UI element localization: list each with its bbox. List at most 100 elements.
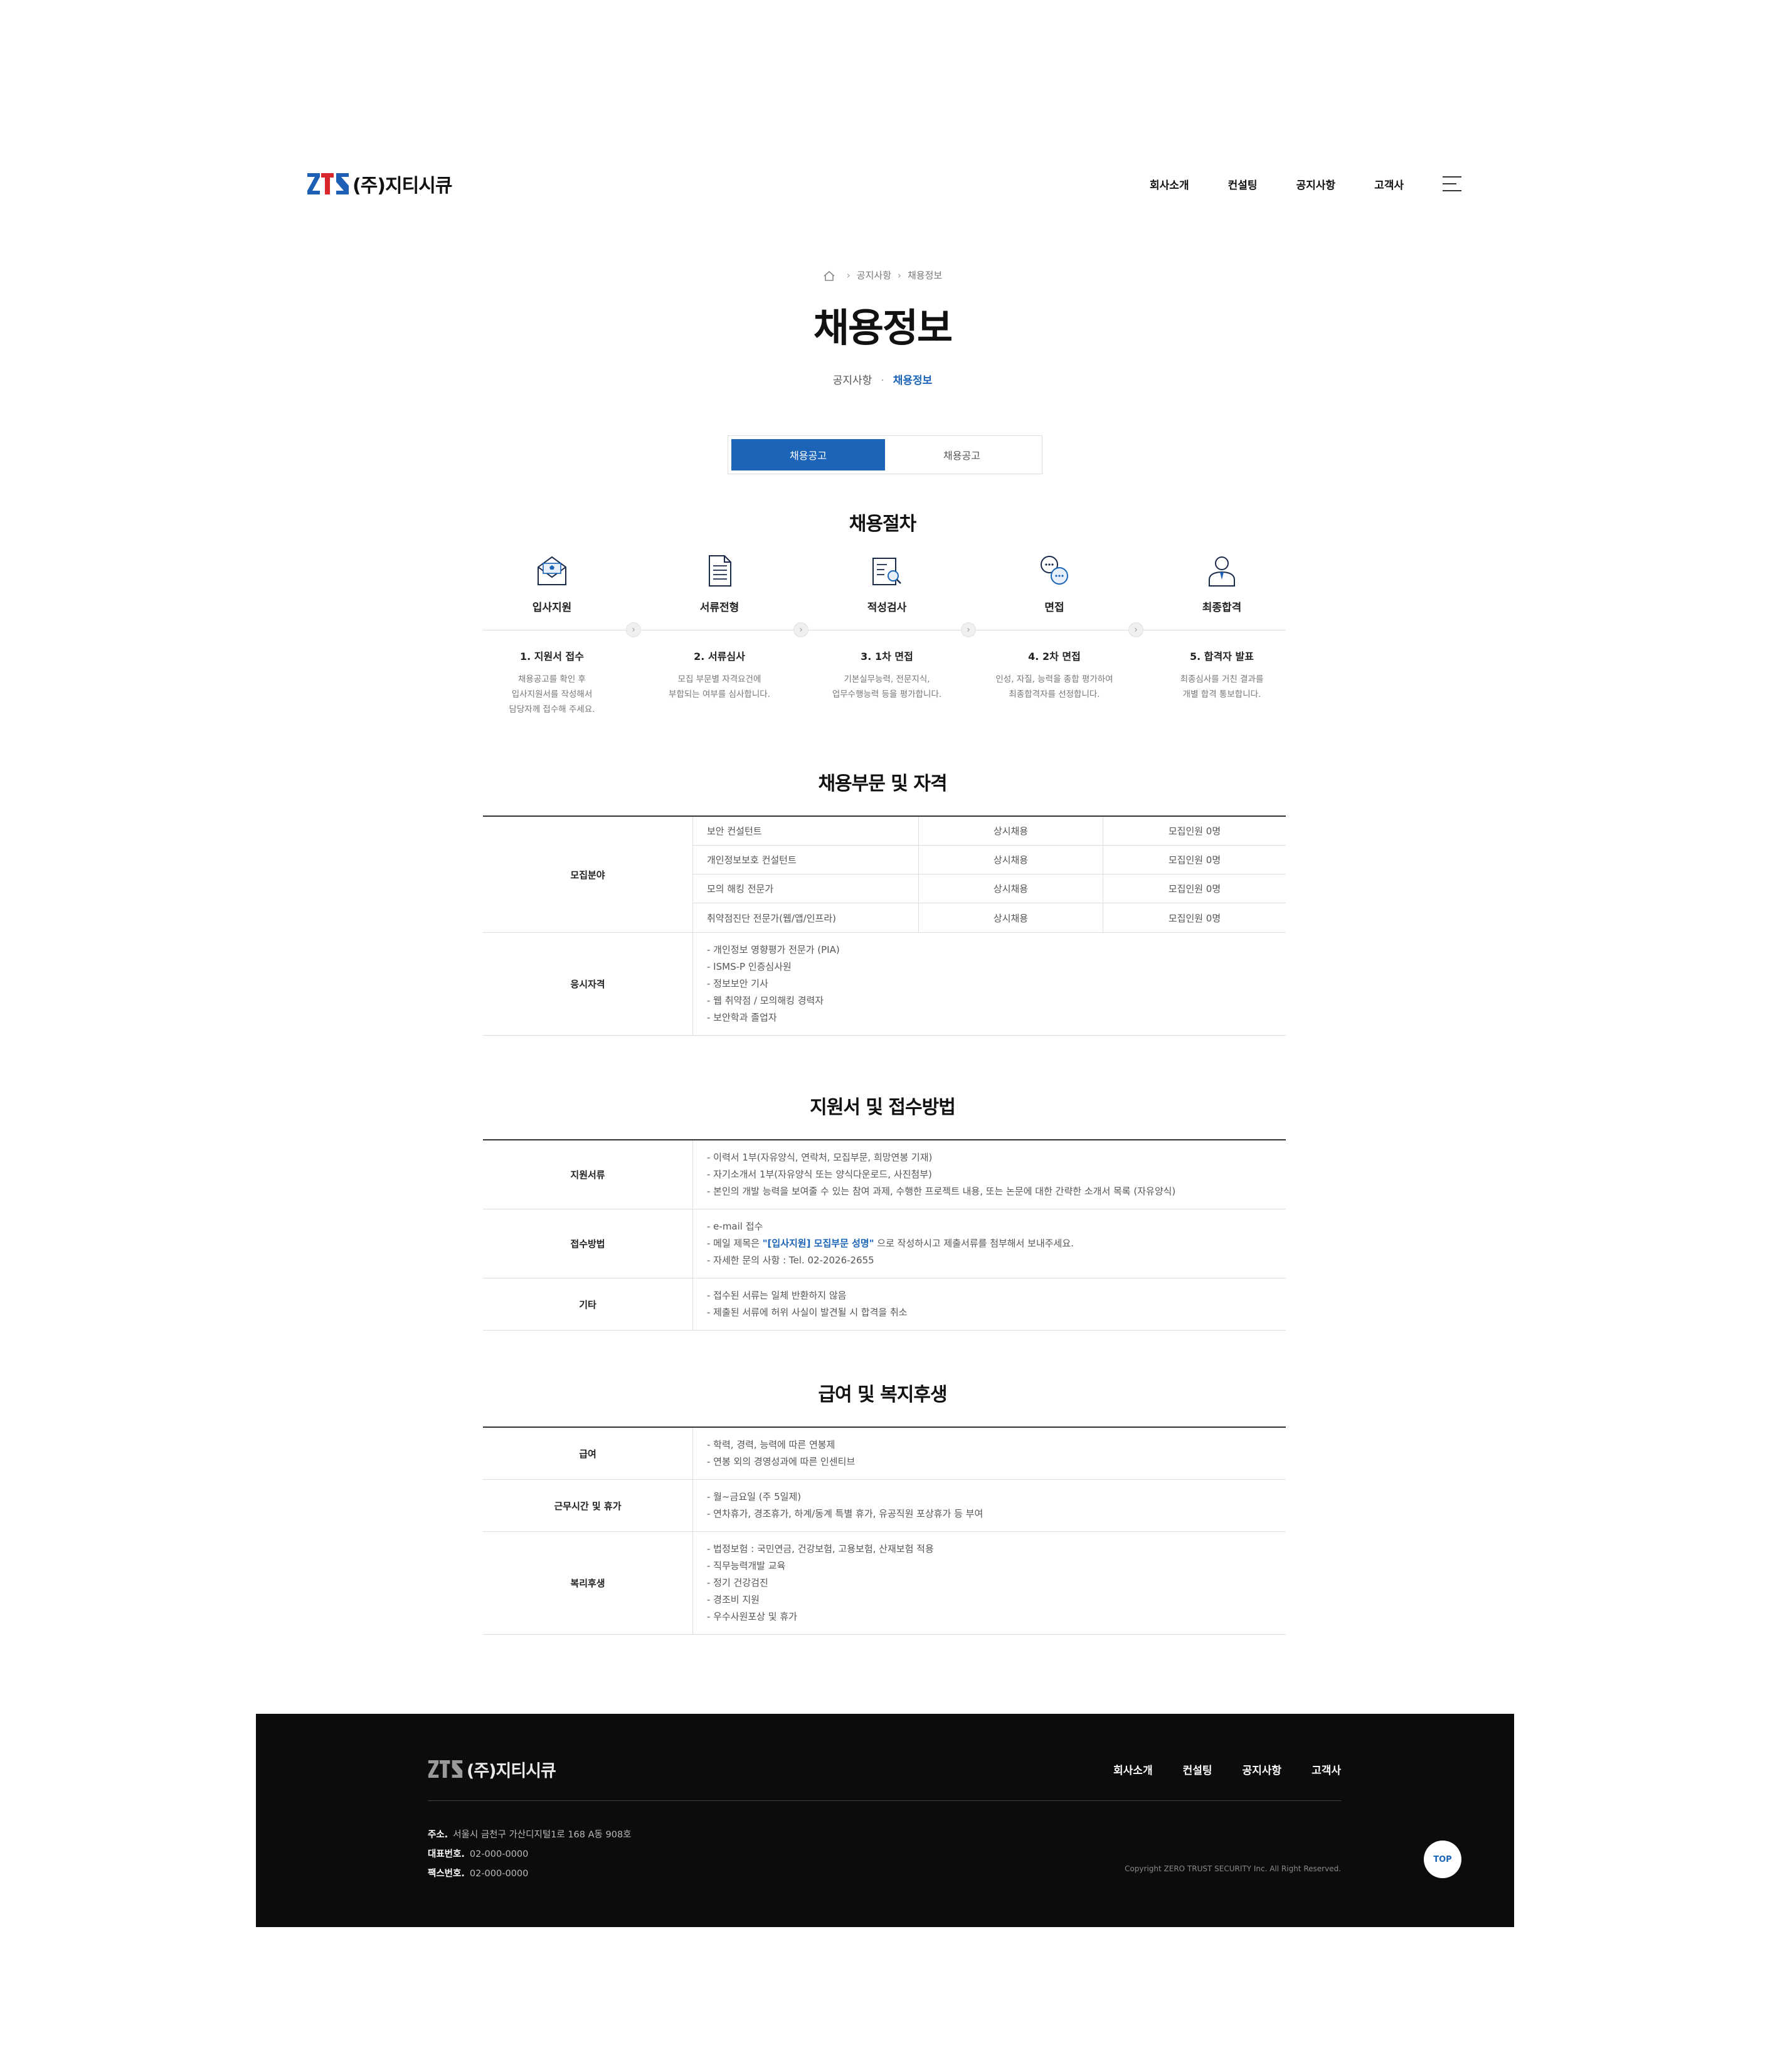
field-count: 모집인원 0명 — [1168, 912, 1221, 924]
chevron-right-icon: › — [793, 622, 808, 637]
step-number: 3. 1차 면접 — [861, 651, 913, 662]
logo[interactable]: (주)지티시큐 — [307, 168, 452, 199]
application-table: 지원서류 - 이력서 1부(자유양식, 연락처, 모집부문, 희망연봉 기재) … — [483, 1139, 1286, 1331]
welfare-table: 급여 - 학력, 경력, 능력에 따른 연봉제 - 연봉 외의 경영성과에 따른… — [483, 1426, 1286, 1635]
footer-divider — [428, 1800, 1341, 1801]
site-footer: (주)지티시큐 회사소개 컨설팅 공지사항 고객사 주소. 서울시 금천구 가산디… — [256, 1714, 1514, 1927]
chevron-right-icon: › — [846, 270, 851, 281]
fax-value: 02-000-0000 — [469, 1869, 529, 1879]
person-icon — [1203, 552, 1241, 590]
benefits-list: - 법정보험 : 국민연금, 건강보험, 고용보험, 산재보험 적용 - 직무능… — [693, 1532, 1286, 1634]
tel-value: 02-000-0000 — [469, 1849, 529, 1859]
list-item: - 웹 취약점 / 모의해킹 경력자 — [707, 995, 824, 1006]
email-subject-highlight: "[입사지원] 모집부문 성명" — [762, 1238, 874, 1249]
chevron-right-icon: › — [961, 622, 976, 637]
field-count: 모집인원 0명 — [1168, 826, 1221, 837]
field-type: 상시채용 — [919, 903, 1103, 932]
hamburger-menu-icon[interactable] — [1443, 176, 1461, 191]
scroll-top-button[interactable]: TOP — [1424, 1841, 1461, 1878]
list-item: - 경조비 지원 — [707, 1594, 760, 1605]
sub-path-current[interactable]: 채용정보 — [893, 375, 933, 387]
step-label: 입사지원 — [532, 602, 572, 614]
footer-nav-company[interactable]: 회사소개 — [1113, 1761, 1153, 1777]
list-item: - 제출된 서류에 허위 사실이 발견될 시 합격을 취소 — [707, 1307, 908, 1318]
footer-logo[interactable]: (주)지티시큐 — [428, 1756, 556, 1782]
step-desc: 기본실무능력, 전문지식, 업무수행능력 등을 평가합니다. — [832, 674, 942, 699]
section-title-welfare: 급여 및 복지후생 — [818, 1384, 947, 1406]
footer-fax: 팩스번호. 02-000-0000 — [428, 1864, 632, 1884]
tab-recruit-notice-active[interactable]: 채용공고 — [731, 439, 885, 470]
address-label: 주소. — [428, 1830, 448, 1840]
tel-label: 대표번호. — [428, 1849, 465, 1859]
nav-item-company[interactable]: 회사소개 — [1150, 176, 1189, 192]
step-label: 적성검사 — [867, 602, 907, 614]
dot-separator: · — [881, 375, 884, 387]
list-item: - 학력, 경력, 능력에 따른 연봉제 — [707, 1439, 835, 1450]
table-header: 접수방법 — [483, 1209, 693, 1278]
table-row: 급여 - 학력, 경력, 능력에 따른 연봉제 - 연봉 외의 경영성과에 따른… — [483, 1428, 1286, 1480]
zts-logo-icon — [307, 173, 349, 194]
footer-tel: 대표번호. 02-000-0000 — [428, 1845, 632, 1864]
interview-chat-icon — [1036, 552, 1073, 590]
list-item: - 직무능력개발 교육 — [707, 1560, 786, 1571]
nav-item-clients[interactable]: 고객사 — [1374, 176, 1404, 192]
method-text: 으로 작성하시고 제출서류를 첨부해서 보내주세요. — [874, 1238, 1074, 1249]
salary-list: - 학력, 경력, 능력에 따른 연봉제 - 연봉 외의 경영성과에 따른 인센… — [693, 1428, 1286, 1479]
global-nav: 회사소개 컨설팅 공지사항 고객사 — [1150, 168, 1461, 199]
footer-logo-text: (주)지티시큐 — [467, 1761, 556, 1781]
requirement-list: - 개인정보 영향평가 전문가 (PIA) - ISMS-P 인증심사원 - 정… — [693, 933, 1286, 1035]
list-item: - ISMS-P 인증심사원 — [707, 961, 792, 972]
process-step: 서류전형 2. 서류심사 모집 부문별 자격요건에 부합되는 여부를 심사합니다… — [650, 552, 788, 702]
table-row: 취약점진단 전문가(웹/앱/인프라) 상시채용 모집인원 0명 — [693, 903, 1286, 932]
footer-nav-notice[interactable]: 공지사항 — [1243, 1761, 1282, 1777]
breadcrumb: › 공지사항 › 채용정보 — [0, 268, 1765, 282]
field-name: 개인정보보호 컨설턴트 — [693, 846, 919, 874]
list-item: - 정기 건강검진 — [707, 1577, 768, 1588]
process-step: 면접 4. 2차 면접 인성, 자질, 능력을 종합 평가하여 최종합격자를 선… — [985, 552, 1123, 702]
sub-path: 공지사항 · 채용정보 — [0, 371, 1765, 387]
step-number: 4. 2차 면접 — [1028, 651, 1081, 662]
table-header: 응시자격 — [483, 933, 693, 1035]
footer-address: 주소. 서울시 금천구 가산디지털1로 168 A동 908호 — [428, 1825, 632, 1845]
list-item: - 정보보안 기사 — [707, 978, 768, 989]
list-item: - 이력서 1부(자유양식, 연락처, 모집부문, 희망연봉 기재) — [707, 1152, 933, 1163]
nav-item-consulting[interactable]: 컨설팅 — [1228, 176, 1258, 192]
list-item: - 메일 제목은 "[입사지원] 모집부문 성명" 으로 작성하시고 제출서류를… — [707, 1235, 1272, 1252]
field-type: 상시채용 — [919, 846, 1103, 874]
footer-nav: 회사소개 컨설팅 공지사항 고객사 — [1083, 1761, 1341, 1777]
table-row: 접수방법 - e-mail 접수 - 메일 제목은 "[입사지원] 모집부문 성… — [483, 1209, 1286, 1278]
zts-logo-icon — [428, 1760, 463, 1778]
step-desc: 채용공고를 확인 후 입사지원서를 작성해서 담당자께 접수해 주세요. — [509, 674, 595, 715]
field-type: 상시채용 — [919, 817, 1103, 845]
table-row: 모의 해킹 전문가 상시채용 모집인원 0명 — [693, 874, 1286, 903]
field-list: 보안 컨설턴트 상시채용 모집인원 0명 개인정보보호 컨설턴트 상시채용 모집… — [693, 817, 1286, 932]
process-step: 적성검사 3. 1차 면접 기본실무능력, 전문지식, 업무수행능력 등을 평가… — [818, 552, 956, 702]
list-item: - 자세한 문의 사항 : Tel. 02-2026-2655 — [707, 1255, 874, 1266]
sub-path-parent[interactable]: 공지사항 — [833, 375, 872, 387]
table-header: 급여 — [483, 1428, 693, 1479]
tab-bar: 채용공고 채용공고 — [728, 435, 1042, 474]
table-header: 모집분야 — [483, 817, 693, 932]
logo-text: (주)지티시큐 — [352, 175, 452, 197]
page-title: 채용정보 — [813, 305, 953, 351]
copyright: Copyright ZERO TRUST SECURITY Inc. All R… — [1125, 1864, 1341, 1873]
field-count: 모집인원 0명 — [1168, 854, 1221, 866]
breadcrumb-item-notice[interactable]: 공지사항 — [857, 270, 891, 281]
home-icon[interactable] — [823, 270, 835, 282]
breadcrumb-item-recruit[interactable]: 채용정보 — [908, 270, 942, 281]
nav-item-notice[interactable]: 공지사항 — [1296, 176, 1336, 192]
step-label: 서류전형 — [699, 602, 739, 614]
step-number: 1. 지원서 접수 — [520, 651, 584, 662]
chevron-right-icon: › — [898, 270, 901, 281]
tab-recruit-notice[interactable]: 채용공고 — [885, 439, 1039, 470]
document-icon — [701, 552, 738, 590]
method-text: - 메일 제목은 — [707, 1238, 763, 1249]
step-label: 면접 — [1044, 602, 1064, 614]
list-item: - 본인의 개발 능력을 보여줄 수 있는 참여 과제, 수행한 프로젝트 내용… — [707, 1186, 1176, 1197]
table-row: 보안 컨설턴트 상시채용 모집인원 0명 — [693, 817, 1286, 846]
fax-label: 팩스번호. — [428, 1869, 465, 1879]
footer-nav-clients[interactable]: 고객사 — [1312, 1761, 1341, 1777]
footer-nav-consulting[interactable]: 컨설팅 — [1183, 1761, 1212, 1777]
process-steps: › › › › 입사지원 1. 지원서 접수 채용공고를 확인 후 입사지원서를… — [483, 552, 1286, 715]
worktime-list: - 월~금요일 (주 5일제) - 연차휴가, 경조휴가, 하계/동계 특별 휴… — [693, 1480, 1286, 1531]
